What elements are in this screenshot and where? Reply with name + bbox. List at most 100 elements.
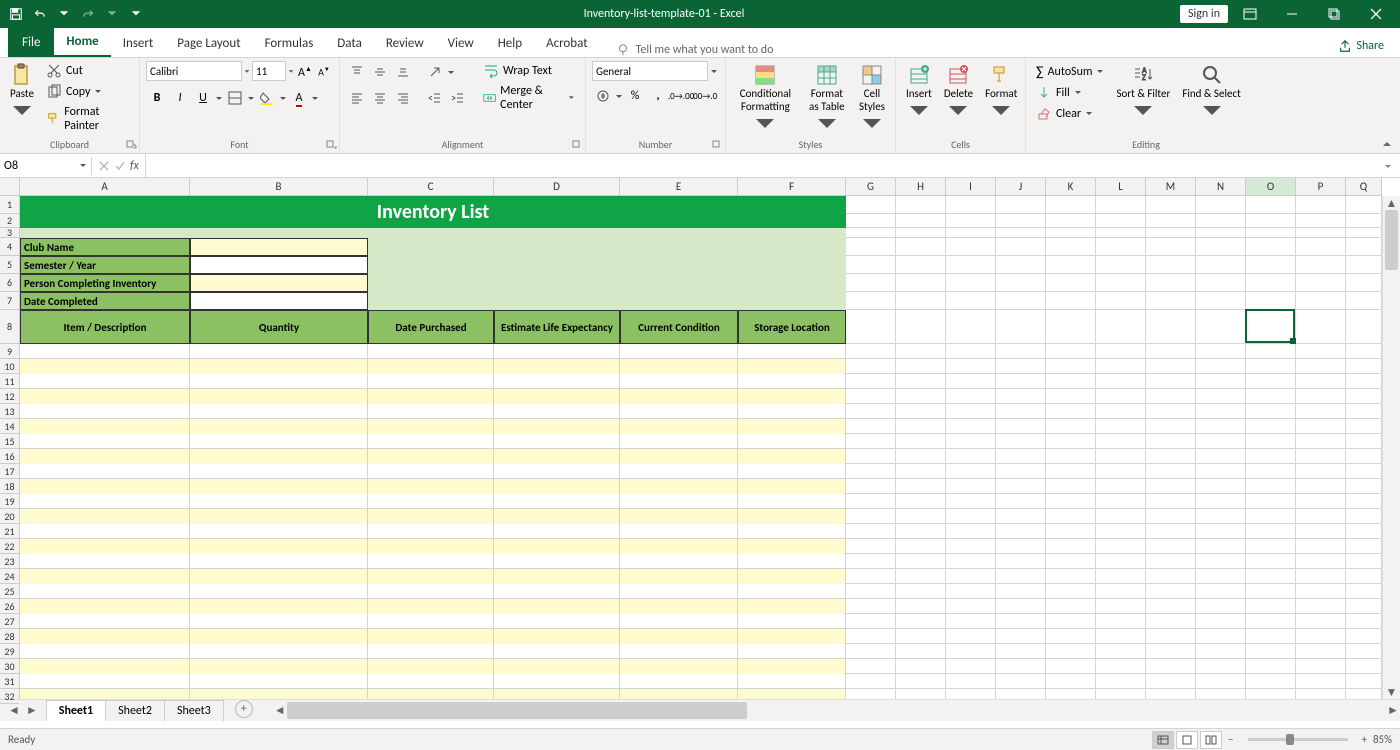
sheet-nav-next-icon[interactable]: ► — [26, 703, 38, 718]
cell-I3[interactable] — [946, 228, 996, 238]
cell-H11[interactable] — [896, 374, 946, 389]
cell-B13[interactable] — [190, 404, 368, 419]
cell-H19[interactable] — [896, 494, 946, 509]
column-header-C[interactable]: C — [368, 178, 494, 195]
cell-Q28[interactable] — [1346, 629, 1382, 644]
cell-H3[interactable] — [896, 228, 946, 238]
view-page-break-icon[interactable] — [1200, 731, 1222, 749]
row-header-32[interactable]: 32 — [0, 689, 19, 704]
align-top-icon[interactable] — [346, 61, 368, 83]
cell-L20[interactable] — [1096, 509, 1146, 524]
cell-H5[interactable] — [896, 256, 946, 274]
cell-P22[interactable] — [1296, 539, 1346, 554]
cell-F22[interactable] — [738, 539, 846, 554]
row-header-22[interactable]: 22 — [0, 539, 19, 554]
cell-C13[interactable] — [368, 404, 494, 419]
cell-O24[interactable] — [1246, 569, 1296, 584]
cell-K19[interactable] — [1046, 494, 1096, 509]
cell-L30[interactable] — [1096, 659, 1146, 674]
cell-D17[interactable] — [494, 464, 620, 479]
cell-Q31[interactable] — [1346, 674, 1382, 689]
cell-J5[interactable] — [996, 256, 1046, 274]
cell-Q9[interactable] — [1346, 344, 1382, 359]
row-header-23[interactable]: 23 — [0, 554, 19, 569]
maximize-button[interactable] — [1314, 0, 1354, 28]
cell-I4[interactable] — [946, 238, 996, 256]
cell-P21[interactable] — [1296, 524, 1346, 539]
decrease-indent-icon[interactable] — [424, 87, 446, 109]
cell-G21[interactable] — [846, 524, 896, 539]
font-size-select[interactable] — [252, 61, 286, 81]
cell-O3[interactable] — [1246, 228, 1296, 238]
cell-G28[interactable] — [846, 629, 896, 644]
cell-H22[interactable] — [896, 539, 946, 554]
cell-N2[interactable] — [1196, 214, 1246, 228]
cell-O30[interactable] — [1246, 659, 1296, 674]
orientation-dropdown-icon[interactable] — [447, 61, 455, 83]
cell-A26[interactable] — [20, 599, 190, 614]
decrease-font-icon[interactable]: A▼ — [315, 61, 333, 83]
cell-P29[interactable] — [1296, 644, 1346, 659]
row-header-13[interactable]: 13 — [0, 404, 19, 419]
cell-D28[interactable] — [494, 629, 620, 644]
cell-P19[interactable] — [1296, 494, 1346, 509]
cell-H29[interactable] — [896, 644, 946, 659]
cell-A31[interactable] — [20, 674, 190, 689]
cell-M8[interactable] — [1146, 310, 1196, 344]
cell-Q14[interactable] — [1346, 419, 1382, 434]
cell-Q25[interactable] — [1346, 584, 1382, 599]
view-page-layout-icon[interactable] — [1176, 731, 1198, 749]
column-header-H[interactable]: H — [896, 178, 946, 195]
cell-K6[interactable] — [1046, 274, 1096, 292]
cell-D29[interactable] — [494, 644, 620, 659]
row-header-8[interactable]: 8 — [0, 310, 19, 344]
cell-O19[interactable] — [1246, 494, 1296, 509]
tab-data[interactable]: Data — [325, 30, 374, 57]
select-all-corner[interactable] — [0, 178, 20, 196]
cell-O22[interactable] — [1246, 539, 1296, 554]
cell-D27[interactable] — [494, 614, 620, 629]
cell-Q16[interactable] — [1346, 449, 1382, 464]
cell-P9[interactable] — [1296, 344, 1346, 359]
cell-P11[interactable] — [1296, 374, 1346, 389]
cell-B17[interactable] — [190, 464, 368, 479]
scroll-right-icon[interactable]: ► — [1386, 700, 1400, 721]
sheet-tab-sheet1[interactable]: Sheet1 — [46, 700, 106, 721]
cell-D25[interactable] — [494, 584, 620, 599]
cell-L8[interactable] — [1096, 310, 1146, 344]
column-header-G[interactable]: G — [846, 178, 896, 195]
cell-K5[interactable] — [1046, 256, 1096, 274]
cell-K28[interactable] — [1046, 629, 1096, 644]
cell-O4[interactable] — [1246, 238, 1296, 256]
cell-G6[interactable] — [846, 274, 896, 292]
cell-G26[interactable] — [846, 599, 896, 614]
cell-D20[interactable] — [494, 509, 620, 524]
clear-button[interactable]: Clear — [1032, 104, 1108, 124]
cell-M6[interactable] — [1146, 274, 1196, 292]
cell-P15[interactable] — [1296, 434, 1346, 449]
cell-Q17[interactable] — [1346, 464, 1382, 479]
column-header-E[interactable]: E — [620, 178, 738, 195]
cell-H9[interactable] — [896, 344, 946, 359]
cell-G14[interactable] — [846, 419, 896, 434]
cell-E17[interactable] — [620, 464, 738, 479]
cell-M32[interactable] — [1146, 689, 1196, 699]
cell-H27[interactable] — [896, 614, 946, 629]
cell-H4[interactable] — [896, 238, 946, 256]
font-family-dropdown-icon[interactable] — [243, 61, 251, 81]
cell-O31[interactable] — [1246, 674, 1296, 689]
cell-H16[interactable] — [896, 449, 946, 464]
name-box-dropdown-icon[interactable] — [79, 163, 87, 169]
cell-B5[interactable] — [190, 256, 368, 274]
cell-B24[interactable] — [190, 569, 368, 584]
cell-N6[interactable] — [1196, 274, 1246, 292]
cell-I12[interactable] — [946, 389, 996, 404]
cell-D21[interactable] — [494, 524, 620, 539]
cell-D8[interactable]: Estimate Life Expectancy — [494, 310, 620, 344]
cell-A15[interactable] — [20, 434, 190, 449]
cell-K15[interactable] — [1046, 434, 1096, 449]
cell-D24[interactable] — [494, 569, 620, 584]
cell-J29[interactable] — [996, 644, 1046, 659]
cell-I6[interactable] — [946, 274, 996, 292]
cell-Q13[interactable] — [1346, 404, 1382, 419]
